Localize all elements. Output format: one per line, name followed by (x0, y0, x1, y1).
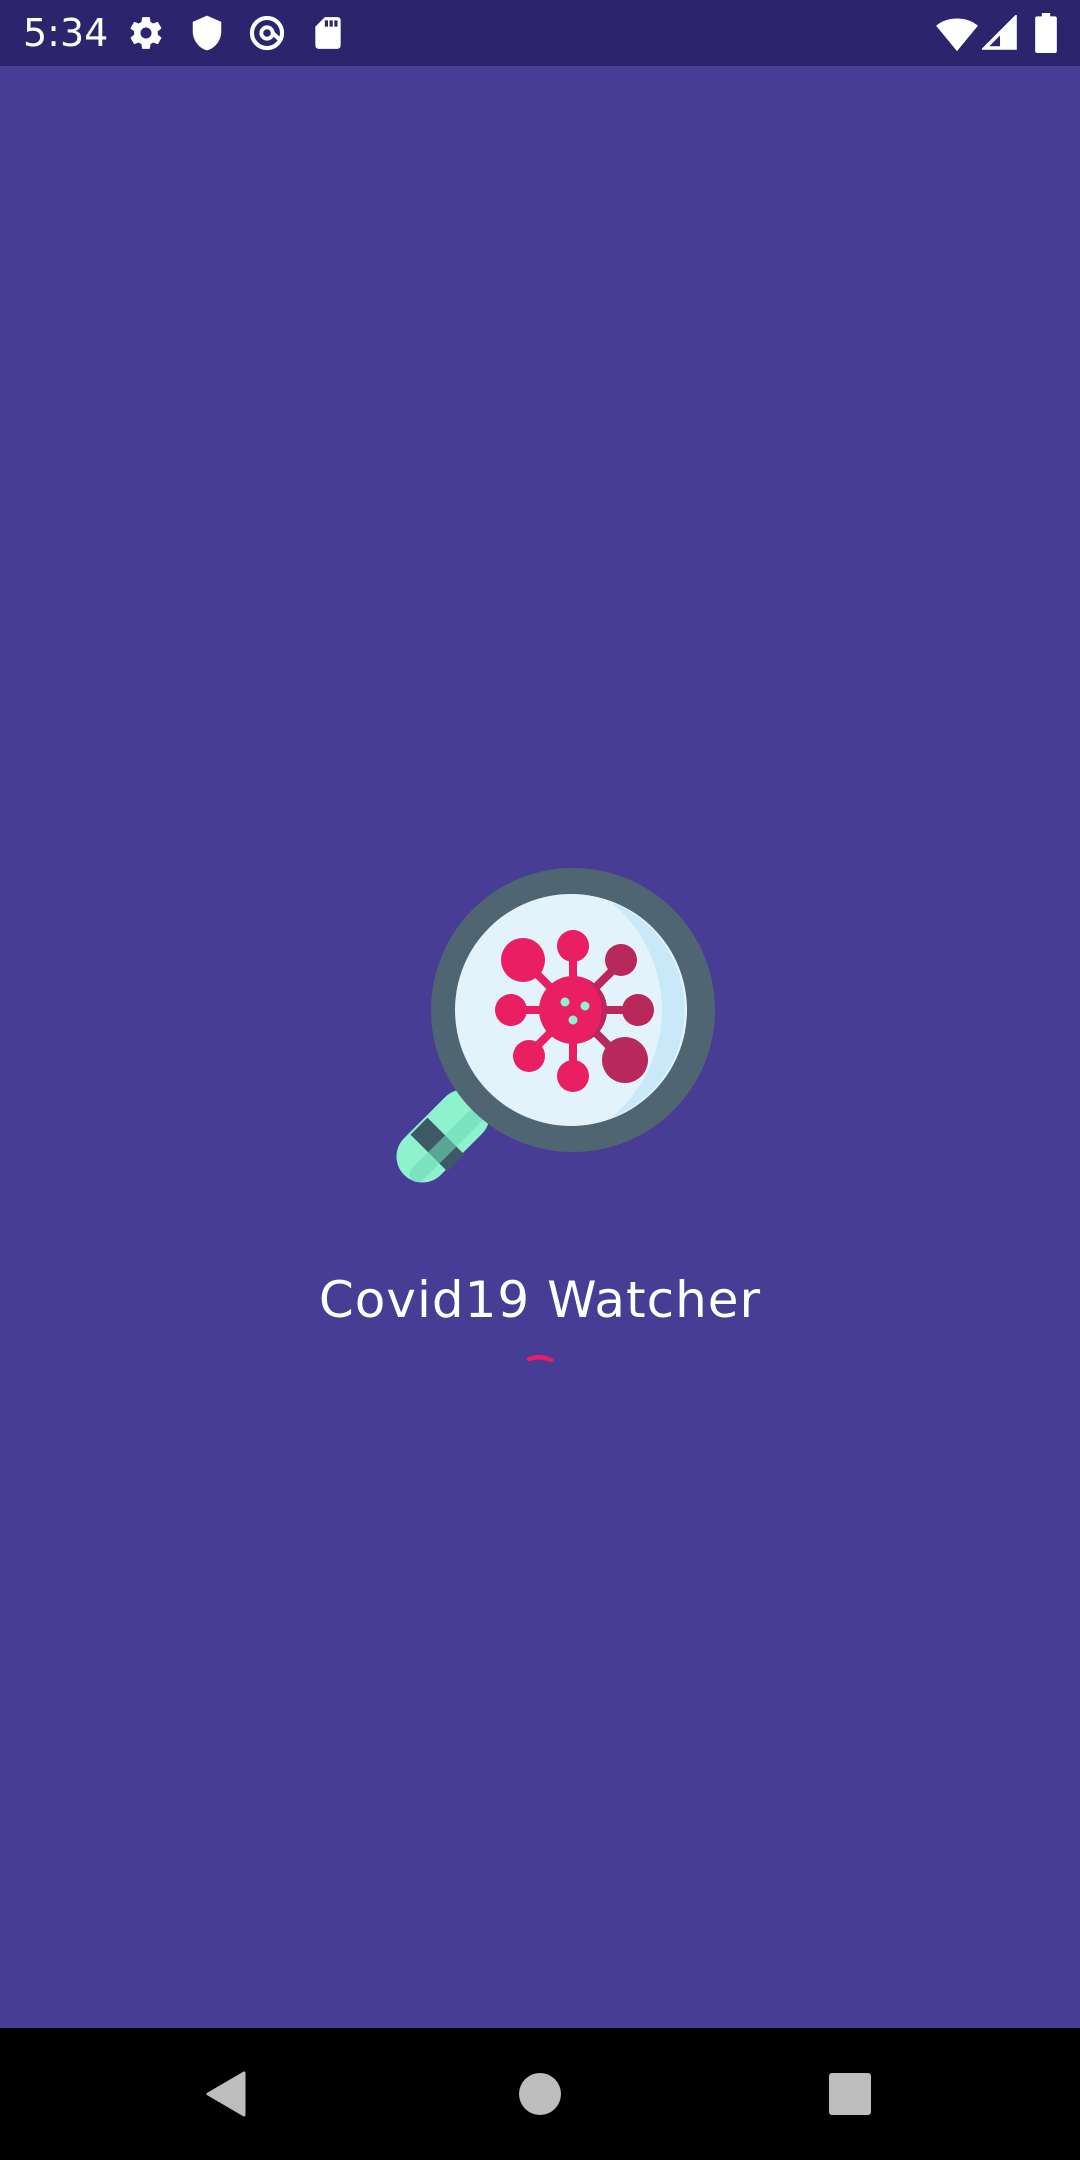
recents-button[interactable] (810, 2054, 890, 2134)
at-sign-icon (249, 15, 285, 51)
shield-icon (192, 15, 222, 51)
gear-icon (130, 17, 162, 49)
cellular-signal-icon (982, 15, 1017, 50)
app-title: Covid19 Watcher (318, 1271, 762, 1329)
wifi-icon (936, 18, 978, 52)
status-time: 5:34 (23, 11, 109, 55)
splash-screen: 5:34 Covid19 Watcher (0, 0, 1080, 2160)
navigation-bar (0, 2028, 1080, 2160)
loading-spinner (526, 1355, 554, 1363)
sd-card-icon (315, 17, 341, 49)
status-bar: 5:34 (0, 0, 1080, 66)
battery-icon (1035, 13, 1057, 53)
back-icon (206, 2071, 246, 2117)
home-button[interactable] (500, 2054, 580, 2134)
home-icon (519, 2073, 561, 2115)
back-button[interactable] (186, 2054, 266, 2134)
virus-magnifier-icon (396, 868, 715, 1183)
recents-icon (829, 2073, 871, 2115)
